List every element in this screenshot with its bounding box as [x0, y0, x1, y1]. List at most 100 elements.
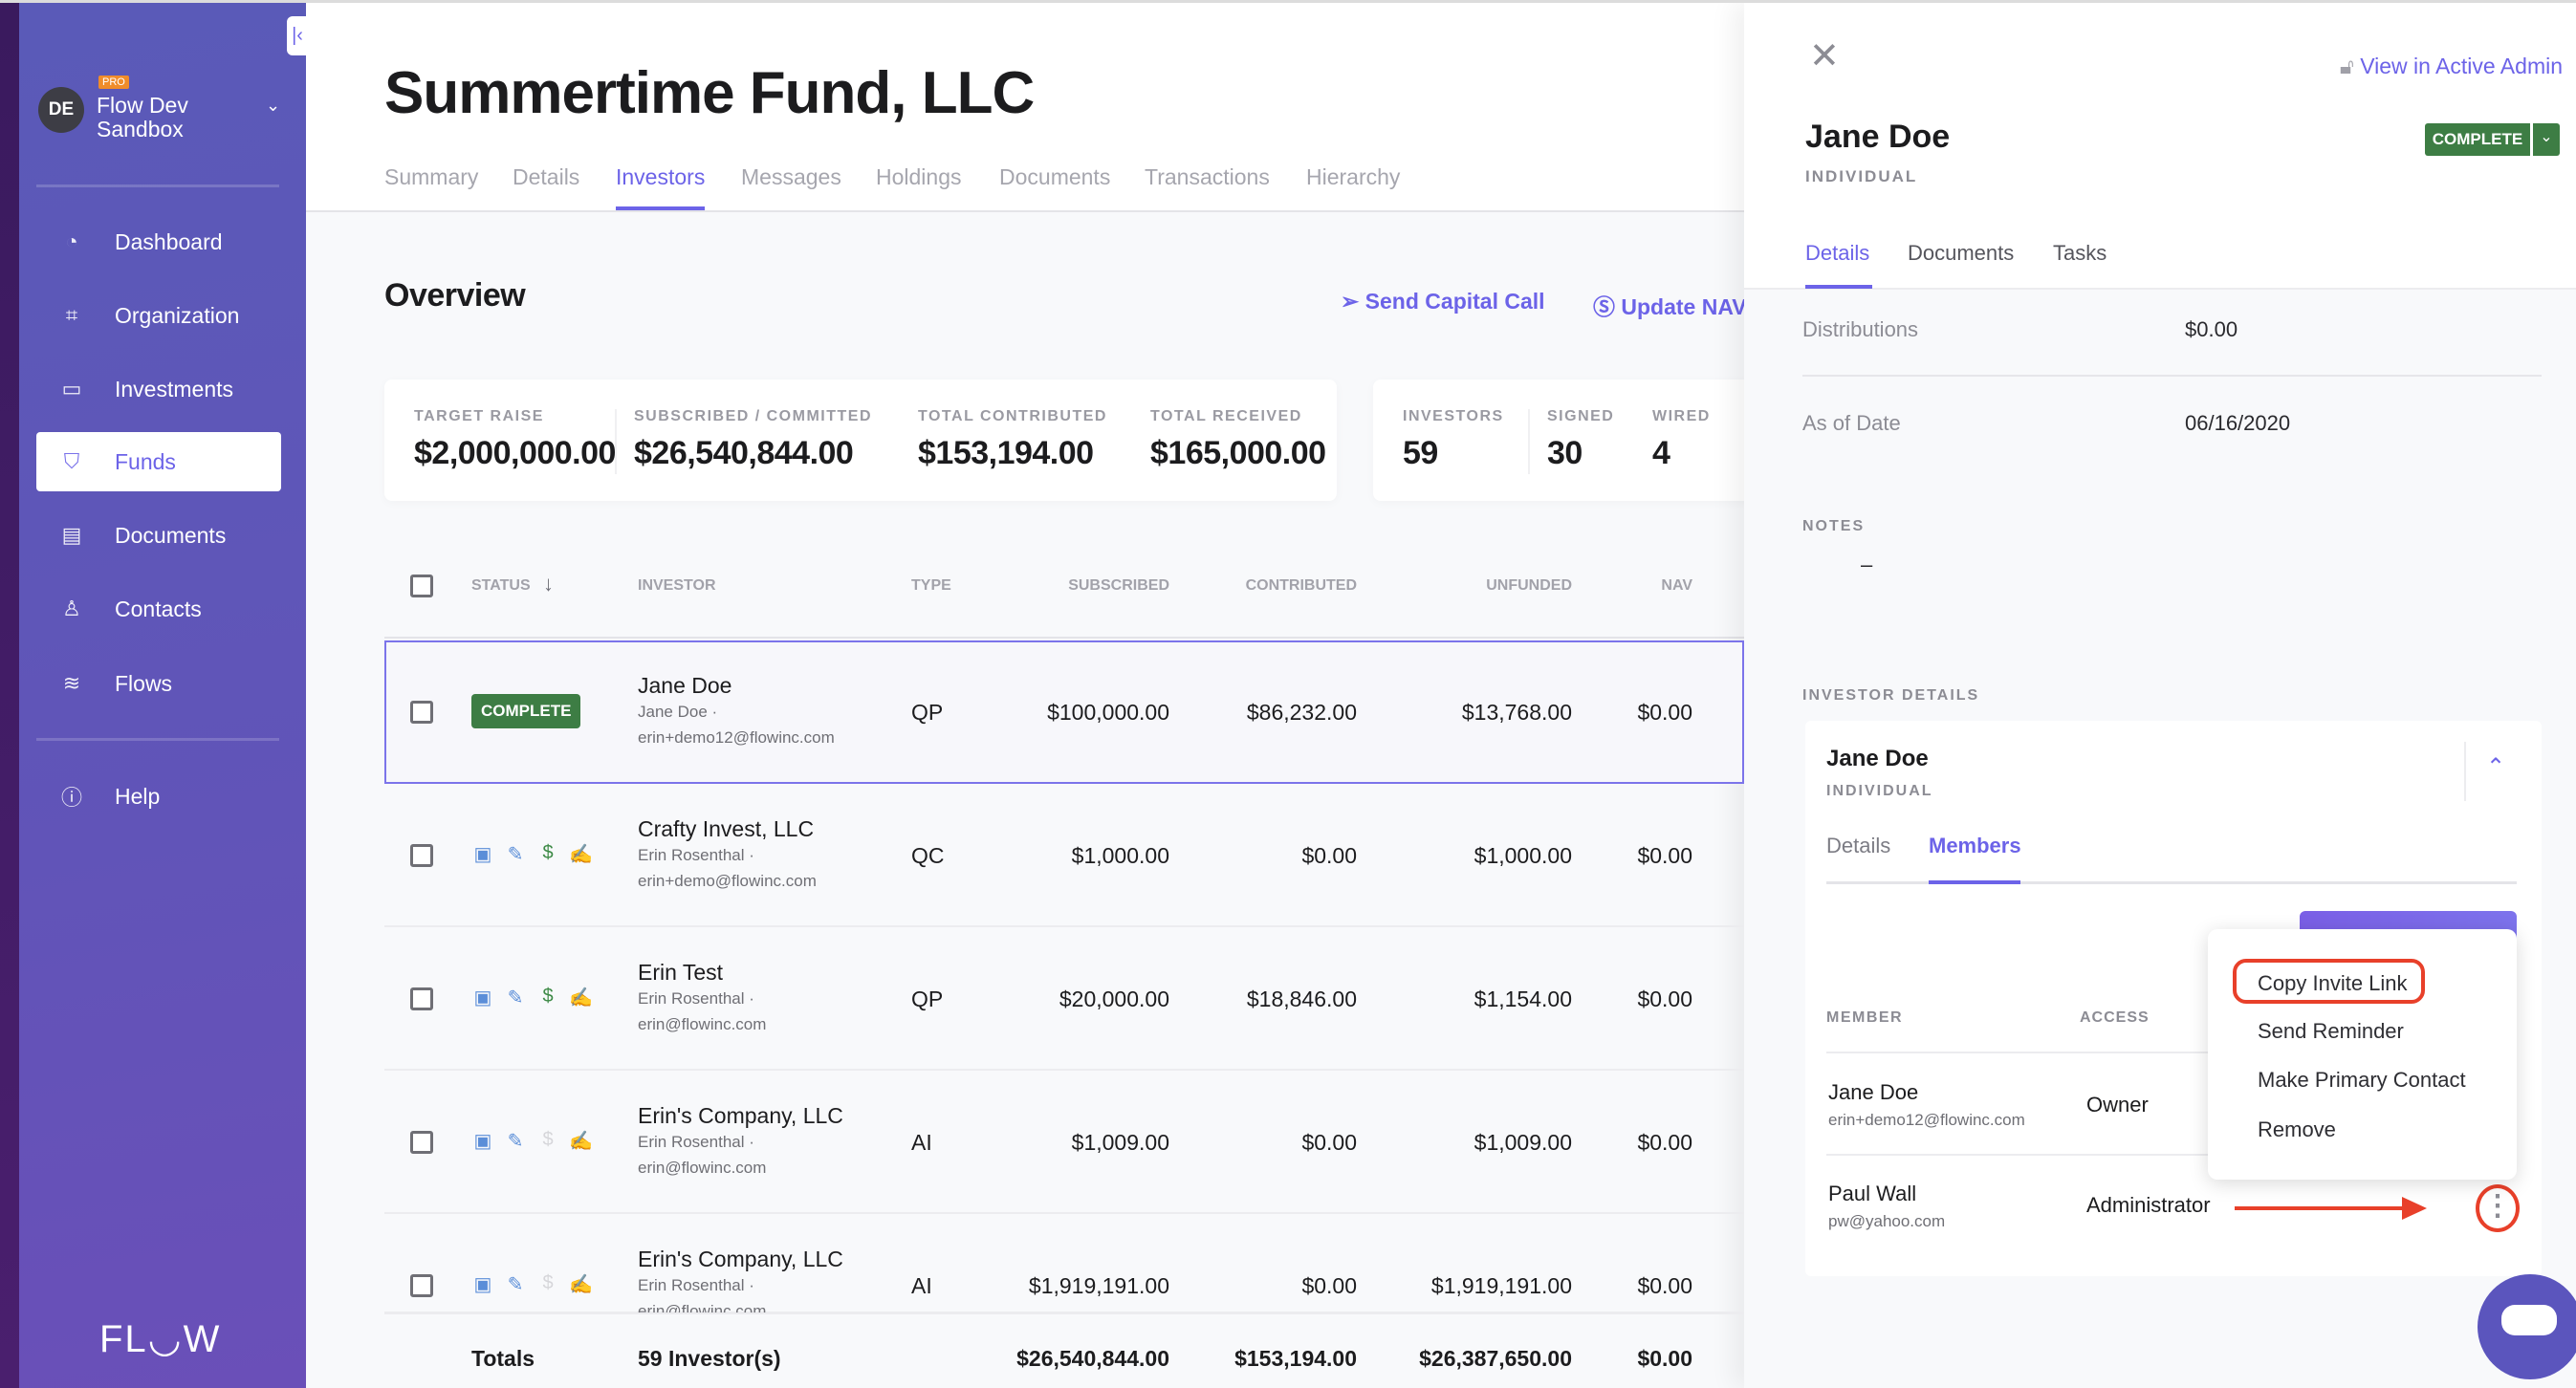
view-in-active-admin-link[interactable]: 🔓︎ View in Active Admin: [2340, 54, 2563, 79]
select-all-checkbox[interactable]: [410, 575, 433, 597]
tab-messages[interactable]: Messages: [741, 164, 841, 190]
briefcase-icon: ▣: [473, 987, 492, 1008]
investor-type: QC: [911, 843, 945, 868]
column-header-status[interactable]: STATUS: [471, 577, 531, 595]
investor-details-label: INVESTOR DETAILS: [1802, 687, 1980, 704]
chat-bubble-icon: [2501, 1305, 2557, 1335]
cell-subscribed: $1,000.00: [1071, 843, 1169, 868]
investor-name[interactable]: Erin Test: [638, 960, 723, 986]
card-entity-type: INDIVIDUAL: [1826, 783, 1933, 799]
flow-logo: FL◡W: [99, 1318, 222, 1360]
shield-icon: ⛉: [63, 449, 80, 473]
investor-entity-type: INDIVIDUAL: [1805, 167, 1918, 185]
investor-contact: Jane Doe ·: [638, 703, 718, 721]
member-name: Jane Doe: [1828, 1080, 1919, 1104]
chevron-up-icon[interactable]: ⌃: [2486, 753, 2505, 781]
investor-name[interactable]: Erin's Company, LLC: [638, 1247, 843, 1272]
status-button[interactable]: COMPLETE: [2425, 123, 2530, 156]
totals-contributed: $153,194.00: [1234, 1346, 1357, 1371]
pen-icon: ✎: [507, 1274, 524, 1295]
row-checkbox[interactable]: [410, 987, 433, 1010]
cell-subscribed: $20,000.00: [1059, 987, 1169, 1011]
active-tab-indicator: [1929, 880, 2020, 884]
row-checkbox[interactable]: [410, 1274, 433, 1297]
sidebar-item-investments[interactable]: ▭ Investments: [36, 359, 281, 419]
row-checkbox[interactable]: [410, 1131, 433, 1154]
tab-holdings[interactable]: Holdings: [876, 164, 962, 190]
briefcase-icon: ▣: [473, 1131, 492, 1152]
sidebar-item-funds[interactable]: ⛉ Funds: [36, 432, 281, 491]
stat-value: $153,194.00: [918, 435, 1094, 471]
panel-tab-documents[interactable]: Documents: [1908, 241, 2014, 266]
person-icon: ♙: [62, 596, 81, 620]
column-header-nav[interactable]: NAV: [1661, 577, 1692, 595]
card-divider: [2464, 742, 2466, 801]
tab-details[interactable]: Details: [513, 164, 579, 190]
menu-item-send-reminder[interactable]: Send Reminder: [2258, 1019, 2404, 1044]
sidebar-item-organization[interactable]: ⌗ Organization: [36, 286, 281, 345]
menu-item-make-primary-contact[interactable]: Make Primary Contact: [2258, 1068, 2466, 1093]
chevron-down-icon[interactable]: ⌄: [266, 96, 280, 116]
send-capital-call-button[interactable]: ➢ Send Capital Call: [1341, 289, 1545, 314]
notes-label: NOTES: [1802, 518, 1866, 534]
sidebar-item-dashboard[interactable]: ◔ Dashboard: [36, 212, 281, 271]
investor-contact: Erin Rosenthal ·: [638, 1276, 754, 1294]
column-header-investor[interactable]: INVESTOR: [638, 577, 716, 595]
investor-email: erin+demo12@flowinc.com: [638, 728, 835, 747]
member-access: Owner: [2086, 1093, 2149, 1117]
sidebar-item-flows[interactable]: ≋ Flows: [36, 654, 281, 713]
row-checkbox[interactable]: [410, 701, 433, 724]
sidebar-item-documents[interactable]: ▤ Documents: [36, 506, 281, 565]
tab-investors[interactable]: Investors: [616, 164, 705, 190]
sidebar-item-help[interactable]: ⓘ Help: [36, 767, 281, 826]
cell-nav: $0.00: [1637, 1273, 1692, 1298]
plan-badge: PRO: [98, 76, 129, 89]
card-tab-members[interactable]: Members: [1929, 834, 2021, 858]
cell-nav: $0.00: [1637, 700, 1692, 725]
cell-unfunded: $1,919,191.00: [1430, 1273, 1572, 1298]
totals-label: Totals: [471, 1346, 535, 1371]
dashboard-icon: ◔: [65, 229, 78, 253]
close-icon[interactable]: ✕: [1809, 34, 1840, 77]
totals-investors: 59 Investor(s): [638, 1346, 781, 1371]
column-header-unfunded[interactable]: UNFUNDED: [1486, 577, 1572, 595]
menu-item-remove[interactable]: Remove: [2258, 1117, 2336, 1142]
org-avatar[interactable]: DE: [38, 87, 84, 133]
menu-item-copy-invite-link[interactable]: Copy Invite Link: [2258, 971, 2408, 996]
sort-arrow-down-icon[interactable]: ↓: [543, 572, 554, 596]
sidebar-item-label: Organization: [115, 302, 240, 328]
access-column-header: ACCESS: [2080, 1009, 2150, 1026]
count-label: INVESTORS: [1403, 408, 1504, 424]
sidebar-item-label: Investments: [115, 376, 233, 401]
send-icon: ➢: [1341, 289, 1365, 314]
panel-tab-tasks[interactable]: Tasks: [2053, 241, 2107, 266]
cell-contributed: $86,232.00: [1246, 700, 1357, 725]
collapse-sidebar-button[interactable]: |‹: [287, 16, 308, 55]
dollar-icon: $: [542, 986, 554, 1007]
active-tab-indicator: [616, 206, 705, 210]
column-header-type[interactable]: TYPE: [911, 577, 951, 595]
member-actions-kebab-icon[interactable]: ⋮: [2476, 1184, 2520, 1232]
investor-email: erin@flowinc.com: [638, 1159, 767, 1177]
investor-contact: Erin Rosenthal ·: [638, 846, 754, 864]
send-capital-call-label: Send Capital Call: [1364, 289, 1545, 314]
investor-name[interactable]: Erin's Company, LLC: [638, 1103, 843, 1129]
column-header-subscribed[interactable]: SUBSCRIBED: [1068, 577, 1169, 595]
update-nav-label: Update NAV: [1621, 294, 1747, 319]
row-checkbox[interactable]: [410, 844, 433, 867]
investor-name[interactable]: Jane Doe: [638, 673, 731, 699]
tab-transactions[interactable]: Transactions: [1145, 164, 1270, 190]
panel-tab-details[interactable]: Details: [1805, 241, 1869, 266]
tab-hierarchy[interactable]: Hierarchy: [1306, 164, 1400, 190]
tab-documents[interactable]: Documents: [999, 164, 1110, 190]
status-dropdown-chevron-icon[interactable]: ⌄: [2533, 123, 2560, 156]
cell-contributed: $0.00: [1301, 1130, 1357, 1155]
tab-summary[interactable]: Summary: [384, 164, 478, 190]
sidebar-item-contacts[interactable]: ♙ Contacts: [36, 579, 281, 639]
investor-name[interactable]: Crafty Invest, LLC: [638, 816, 814, 842]
update-nav-button[interactable]: Ⓢ Update NAV: [1593, 289, 1747, 321]
org-switcher[interactable]: Flow Dev Sandbox: [97, 94, 240, 141]
card-tab-details[interactable]: Details: [1826, 834, 1890, 858]
chat-launcher-button[interactable]: [2478, 1274, 2576, 1379]
column-header-contributed[interactable]: CONTRIBUTED: [1246, 577, 1357, 595]
